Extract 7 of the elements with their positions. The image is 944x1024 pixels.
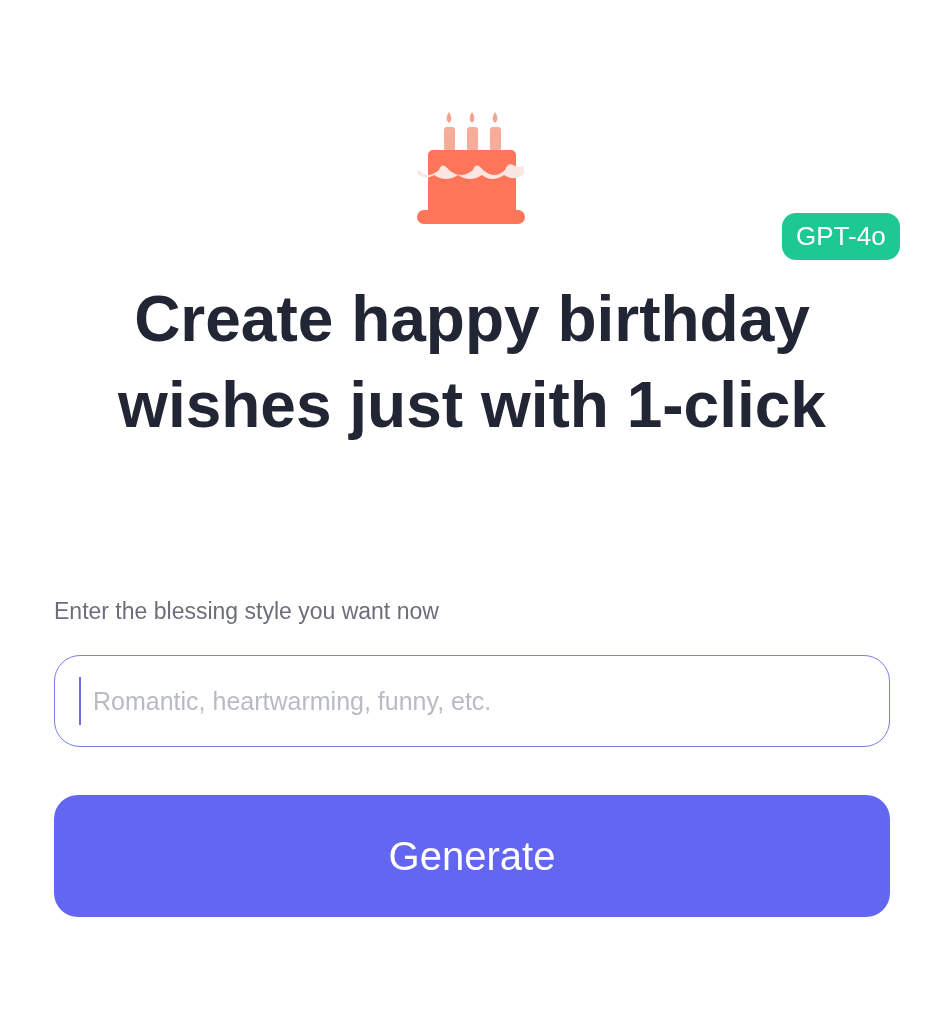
- generate-button[interactable]: Generate: [54, 795, 890, 917]
- page-title: Create happy birthday wishes just with 1-click: [117, 282, 827, 443]
- model-badge: GPT-4o: [782, 213, 900, 260]
- birthday-cake-icon: [417, 110, 527, 226]
- text-cursor: [79, 677, 81, 725]
- field-label: Enter the blessing style you want now: [54, 598, 440, 625]
- style-input-field[interactable]: Romantic, heartwarming, funny, etc.: [54, 655, 890, 747]
